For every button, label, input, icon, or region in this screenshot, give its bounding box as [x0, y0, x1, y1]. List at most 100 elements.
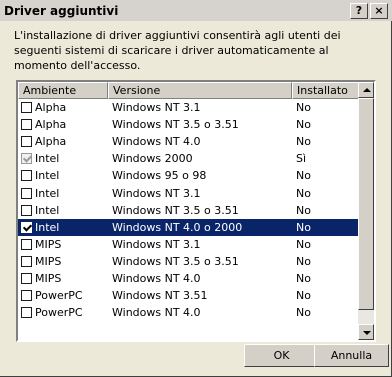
cell-ambiente: Intel [18, 187, 108, 200]
row-checkbox[interactable] [21, 136, 32, 148]
environment-label: MIPS [35, 237, 62, 251]
cell-ambiente: MIPS [18, 255, 108, 268]
cell-installato: No [296, 169, 311, 183]
cell-versione: Windows NT 4.0 [112, 271, 201, 285]
row-checkbox[interactable] [21, 102, 32, 114]
table-row[interactable]: Intel Windows 95 o 98 No [18, 167, 360, 184]
arrow-up-icon [363, 88, 371, 92]
column-header-ambiente[interactable]: Ambiente [18, 82, 108, 99]
cell-versione: Windows 95 o 98 [112, 169, 207, 183]
table-row[interactable]: Intel Windows NT 3.1 No [18, 184, 360, 201]
row-checkbox[interactable] [21, 238, 32, 250]
cell-versione: Windows NT 4.0 [112, 135, 201, 149]
driver-list[interactable]: Ambiente Versione Installato Alpha Window… [16, 80, 376, 342]
environment-label: Alpha [35, 135, 67, 149]
cell-ambiente: Intel [18, 152, 108, 165]
cell-installato: No [296, 306, 311, 320]
environment-label: Intel [35, 152, 60, 166]
cell-versione: Windows NT 4.0 o 2000 [112, 220, 243, 234]
table-row[interactable]: MIPS Windows NT 3.1 No [18, 236, 360, 253]
driver-dialog: Driver aggiuntivi ? × L'installazione di… [0, 0, 392, 377]
cell-versione: Windows NT 3.5 o 3.51 [112, 203, 239, 217]
environment-label: Alpha [35, 118, 67, 132]
cell-ambiente: Intel [18, 169, 108, 182]
cell-versione: Windows NT 4.0 [112, 306, 201, 320]
row-checkbox[interactable] [21, 153, 32, 165]
column-header-installato[interactable]: Installato [292, 82, 360, 99]
close-button[interactable]: × [370, 2, 388, 19]
arrow-down-icon [363, 331, 371, 335]
cell-installato: Sì [296, 152, 307, 166]
description-text: L'installazione di driver aggiuntivi con… [14, 29, 341, 72]
cell-versione: Windows NT 3.1 [112, 237, 201, 251]
scroll-up-button[interactable] [358, 82, 374, 98]
driver-list-content: Ambiente Versione Installato Alpha Window… [18, 82, 360, 340]
cell-installato: No [296, 203, 311, 217]
vertical-scrollbar[interactable] [358, 82, 374, 340]
cell-installato: No [296, 254, 311, 268]
environment-label: PowerPC [35, 306, 83, 320]
cell-versione: Windows NT 3.51 [112, 289, 208, 303]
cell-versione: Windows NT 3.1 [112, 101, 201, 115]
column-header-versione[interactable]: Versione [108, 82, 292, 99]
cell-ambiente: Alpha [18, 118, 108, 131]
list-rows: Alpha Windows NT 3.1 No Alpha Windows NT 3.5… [18, 99, 360, 321]
cell-versione: Windows NT 3.1 [112, 186, 201, 200]
cell-versione: Windows 2000 [112, 152, 193, 166]
row-checkbox[interactable] [21, 290, 32, 302]
table-row[interactable]: PowerPC Windows NT 3.51 No [18, 287, 360, 304]
cell-ambiente: Alpha [18, 135, 108, 148]
cell-installato: No [296, 186, 311, 200]
title-bar[interactable]: Driver aggiuntivi ? × [0, 0, 392, 21]
table-row[interactable]: Intel Windows NT 4.0 o 2000 No [18, 218, 360, 236]
window-title: Driver aggiuntivi [4, 3, 119, 18]
help-button[interactable]: ? [350, 2, 368, 19]
row-checkbox[interactable] [21, 272, 32, 284]
table-row[interactable]: MIPS Windows NT 3.5 o 3.51 No [18, 253, 360, 270]
row-checkbox[interactable] [21, 255, 32, 267]
cell-installato: No [296, 118, 311, 132]
environment-label: MIPS [35, 254, 62, 268]
row-checkbox[interactable] [21, 170, 32, 182]
list-header: Ambiente Versione Installato [18, 82, 360, 99]
cell-versione: Windows NT 3.5 o 3.51 [112, 118, 239, 132]
row-checkbox[interactable] [21, 204, 32, 216]
row-checkbox[interactable] [21, 187, 32, 199]
cell-ambiente: PowerPC [18, 306, 108, 319]
cell-versione: Windows NT 3.5 o 3.51 [112, 254, 239, 268]
table-row[interactable]: Alpha Windows NT 3.1 No [18, 99, 360, 116]
environment-label: Intel [35, 220, 60, 234]
environment-label: Intel [35, 203, 60, 217]
cell-installato: No [296, 289, 311, 303]
table-row[interactable]: Intel Windows NT 3.5 o 3.51 No [18, 202, 360, 219]
environment-label: PowerPC [35, 289, 83, 303]
cell-installato: No [296, 271, 311, 285]
table-row[interactable]: Alpha Windows NT 3.5 o 3.51 No [18, 116, 360, 133]
cell-installato: No [296, 220, 311, 234]
title-buttons: ? × [350, 2, 388, 19]
cell-ambiente: Intel [18, 221, 108, 234]
environment-label: Intel [35, 169, 60, 183]
row-checkbox[interactable] [21, 119, 32, 131]
cell-installato: No [296, 237, 311, 251]
cell-ambiente: Alpha [18, 101, 108, 114]
cell-installato: No [296, 135, 311, 149]
cell-installato: No [296, 101, 311, 115]
table-row[interactable]: Alpha Windows NT 4.0 No [18, 133, 360, 150]
cell-ambiente: MIPS [18, 238, 108, 251]
cell-ambiente: PowerPC [18, 289, 108, 302]
table-row[interactable]: PowerPC Windows NT 4.0 No [18, 304, 360, 321]
row-checkbox[interactable] [21, 307, 32, 319]
scroll-thumb[interactable] [358, 98, 374, 310]
table-row[interactable]: MIPS Windows NT 4.0 No [18, 270, 360, 287]
environment-label: Intel [35, 186, 60, 200]
scroll-down-button[interactable] [358, 324, 374, 340]
cell-ambiente: MIPS [18, 272, 108, 285]
cancel-button[interactable]: Annulla [314, 344, 389, 367]
environment-label: Alpha [35, 101, 67, 115]
table-row[interactable]: Intel Windows 2000 Sì [18, 150, 360, 167]
cell-ambiente: Intel [18, 204, 108, 217]
row-checkbox[interactable] [21, 221, 32, 233]
environment-label: MIPS [35, 271, 62, 285]
ok-button[interactable]: OK [244, 344, 319, 367]
